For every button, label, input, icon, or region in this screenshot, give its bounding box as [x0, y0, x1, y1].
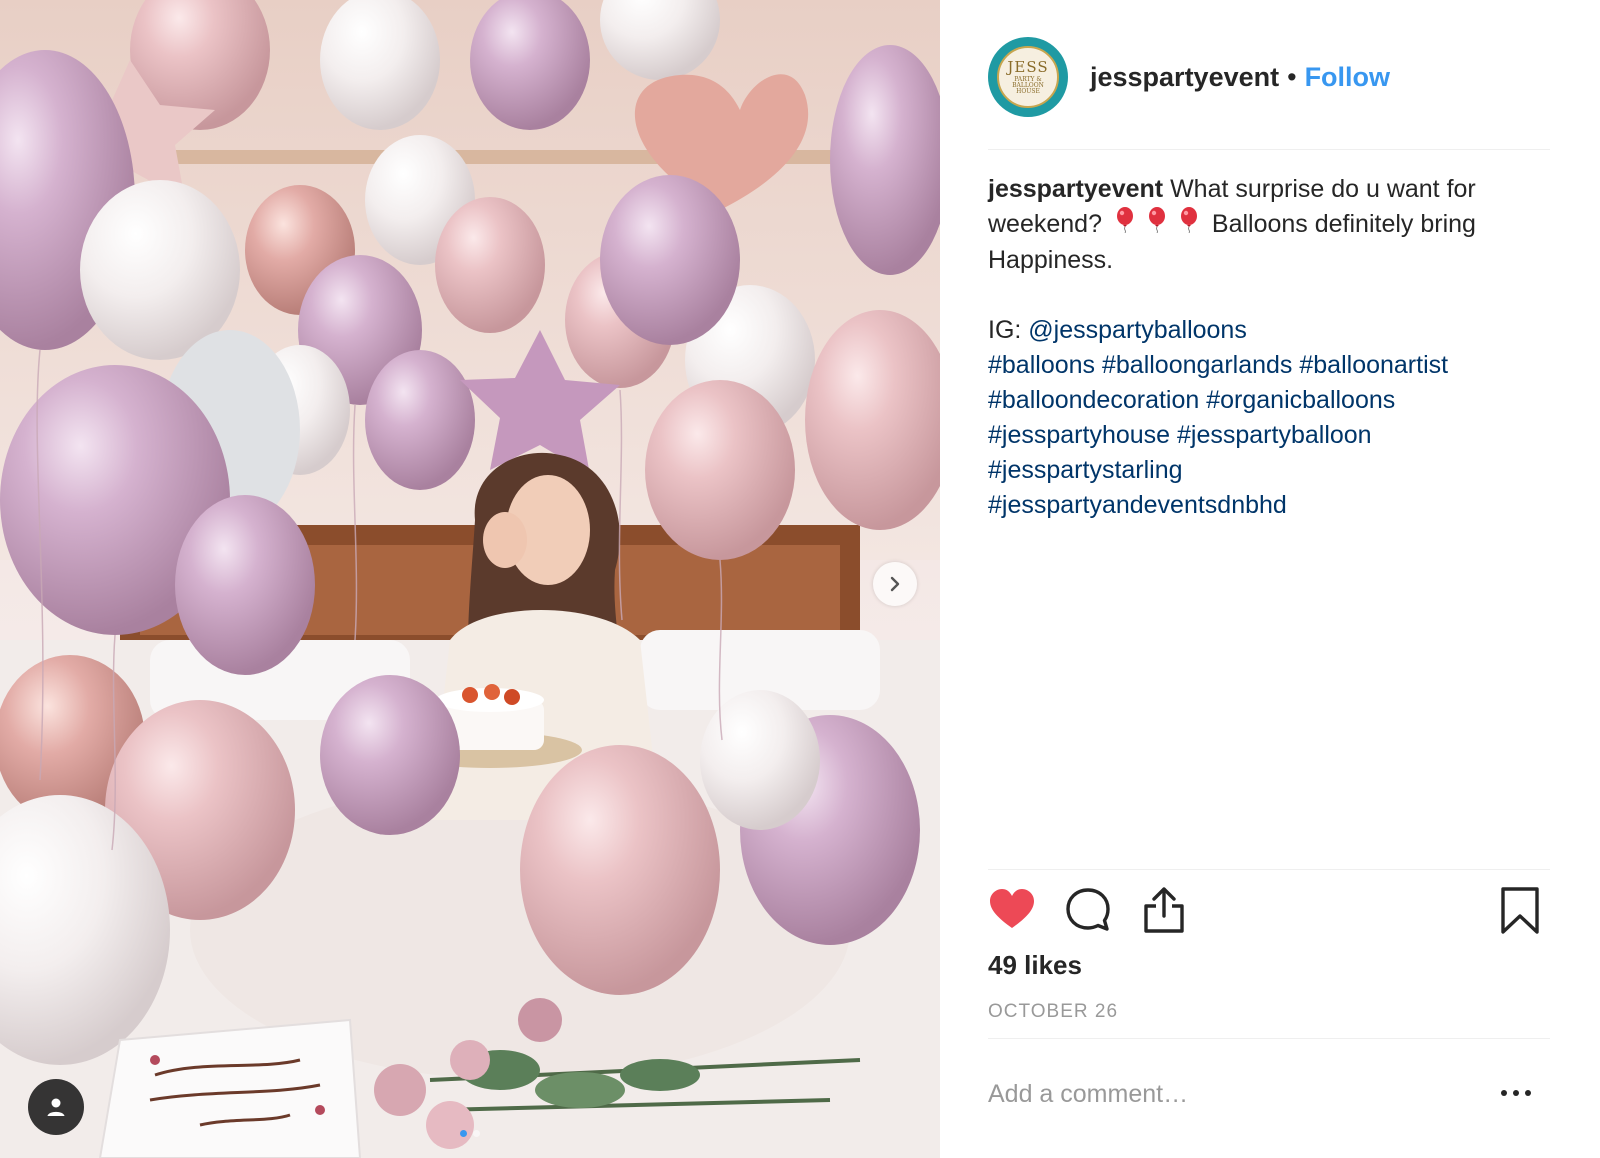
like-button[interactable]: [988, 886, 1036, 939]
avatar-logo-subtext: PARTY & BALLOON HOUSE: [1012, 75, 1044, 95]
avatar[interactable]: JESS PARTY & BALLOON HOUSE: [988, 37, 1068, 117]
save-button[interactable]: [1498, 886, 1542, 941]
birthday-plate: [98, 1018, 362, 1158]
caption-ig-line: IG: @jesspartyballoons: [988, 313, 1558, 348]
action-bar: [988, 886, 1550, 946]
user-tags-button[interactable]: [28, 1079, 84, 1135]
avatar-logo: JESS PARTY & BALLOON HOUSE: [997, 46, 1059, 108]
divider: [988, 1038, 1550, 1039]
divider: [988, 149, 1550, 150]
comment-icon: [1066, 888, 1110, 931]
balloon-emoji-icon: [1179, 207, 1199, 243]
caption-text-block: jesspartyevent What surprise do u want f…: [988, 172, 1558, 278]
balloon: [520, 745, 720, 995]
follow-button[interactable]: Follow: [1305, 62, 1390, 93]
post-photo[interactable]: [0, 0, 940, 1158]
post-date[interactable]: OCTOBER 26: [988, 1001, 1118, 1023]
hashtag-link[interactable]: #balloondecoration: [988, 386, 1199, 414]
avatar-logo-text: JESS: [1007, 57, 1049, 76]
comment-button[interactable]: [1064, 886, 1112, 939]
balloon: [645, 380, 795, 560]
hashtag-link[interactable]: #jesspartystarling: [988, 456, 1183, 484]
hashtag-block: #balloons #balloongarlands #balloonartis…: [988, 348, 1558, 523]
hashtag-link[interactable]: #balloons: [988, 351, 1095, 379]
username-link[interactable]: jesspartyevent: [1090, 62, 1279, 93]
hashtag-link[interactable]: #jesspartyandeventsdnbhd: [988, 491, 1287, 519]
balloon: [175, 495, 315, 675]
balloon: [320, 675, 460, 835]
divider: [988, 869, 1550, 870]
balloon-emoji-icon: [1115, 207, 1135, 243]
user-tag-icon: [47, 1098, 65, 1116]
balloon: [700, 690, 820, 830]
mention-link[interactable]: @jesspartyballoons: [1028, 316, 1247, 344]
more-options-button[interactable]: [1496, 1078, 1536, 1108]
balloon: [435, 197, 545, 333]
party-balloons-photo: [0, 0, 940, 1158]
carousel-dot: [473, 1130, 480, 1137]
hashtag-link[interactable]: #jesspartyhouse: [988, 421, 1170, 449]
heart-icon: [990, 889, 1034, 928]
likes-count[interactable]: 49 likes: [988, 950, 1082, 981]
bookmark-icon: [1501, 887, 1539, 934]
balloon: [600, 175, 740, 345]
chevron-right-icon: [890, 576, 900, 592]
carousel-indicator: [0, 1130, 940, 1137]
hashtag-link[interactable]: #organicballoons: [1206, 386, 1395, 414]
post-caption: jesspartyevent What surprise do u want f…: [988, 172, 1558, 523]
balloon-emoji-icon: [1147, 207, 1167, 243]
post-side-panel: JESS PARTY & BALLOON HOUSE jesspartyeven…: [940, 0, 1600, 1158]
comment-input[interactable]: [988, 1074, 1458, 1114]
hashtag-link[interactable]: #jesspartyballoon: [1177, 421, 1372, 449]
balloon: [365, 350, 475, 490]
caption-username-link[interactable]: jesspartyevent: [988, 175, 1163, 203]
hashtag-link[interactable]: #balloonartist: [1299, 351, 1448, 379]
share-button[interactable]: [1140, 886, 1188, 939]
share-icon: [1144, 887, 1184, 933]
hashtag-link[interactable]: #balloongarlands: [1102, 351, 1292, 379]
carousel-dot-active: [460, 1130, 467, 1137]
post-header: JESS PARTY & BALLOON HOUSE jesspartyeven…: [988, 36, 1548, 118]
separator-dot: •: [1287, 61, 1297, 92]
ig-prefix: IG:: [988, 316, 1022, 345]
more-options-icon: [1501, 1090, 1531, 1096]
carousel-next-button[interactable]: [873, 562, 917, 606]
